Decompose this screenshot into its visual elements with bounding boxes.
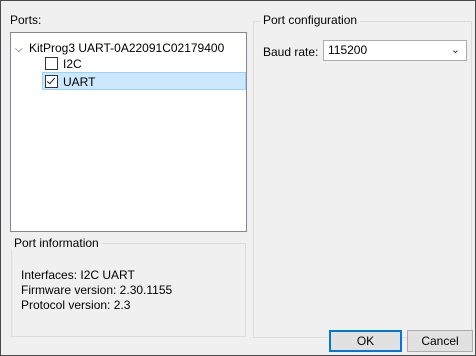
tree-item-i2c[interactable]: I2C [45,55,82,73]
chevron-down-icon[interactable]: ⌵ [15,41,29,59]
baud-rate-select[interactable]: 115200 ⌄ [323,40,467,61]
chevron-down-icon[interactable]: ⌄ [451,41,460,60]
ports-label: Ports: [10,13,42,27]
ok-button[interactable]: OK [329,330,402,352]
device-label: KitProg3 UART-0A22091C02179400 [29,41,225,55]
port-configuration-title: Port configuration [260,13,361,27]
i2c-label: I2C [63,57,82,71]
ports-tree[interactable]: ⌵ KitProg3 UART-0A22091C02179400 I2C UART [10,32,247,232]
port-selection-dialog: Ports: ⌵ KitProg3 UART-0A22091C02179400 I… [0,0,476,356]
baud-rate-label: Baud rate: [263,45,319,59]
port-information-title: Port information [11,236,102,250]
uart-label: UART [63,75,96,89]
i2c-checkbox[interactable] [45,57,58,70]
cancel-button[interactable]: Cancel [407,330,473,352]
interfaces-text: Interfaces: I2C UART [21,268,135,282]
protocol-version-text: Protocol version: 2.3 [21,298,131,312]
port-configuration-group [253,21,472,338]
uart-checkbox[interactable] [45,75,58,88]
baud-rate-value: 115200 [328,43,368,57]
tree-item-uart[interactable]: UART [42,72,246,90]
firmware-version-text: Firmware version: 2.30.1155 [21,283,173,297]
